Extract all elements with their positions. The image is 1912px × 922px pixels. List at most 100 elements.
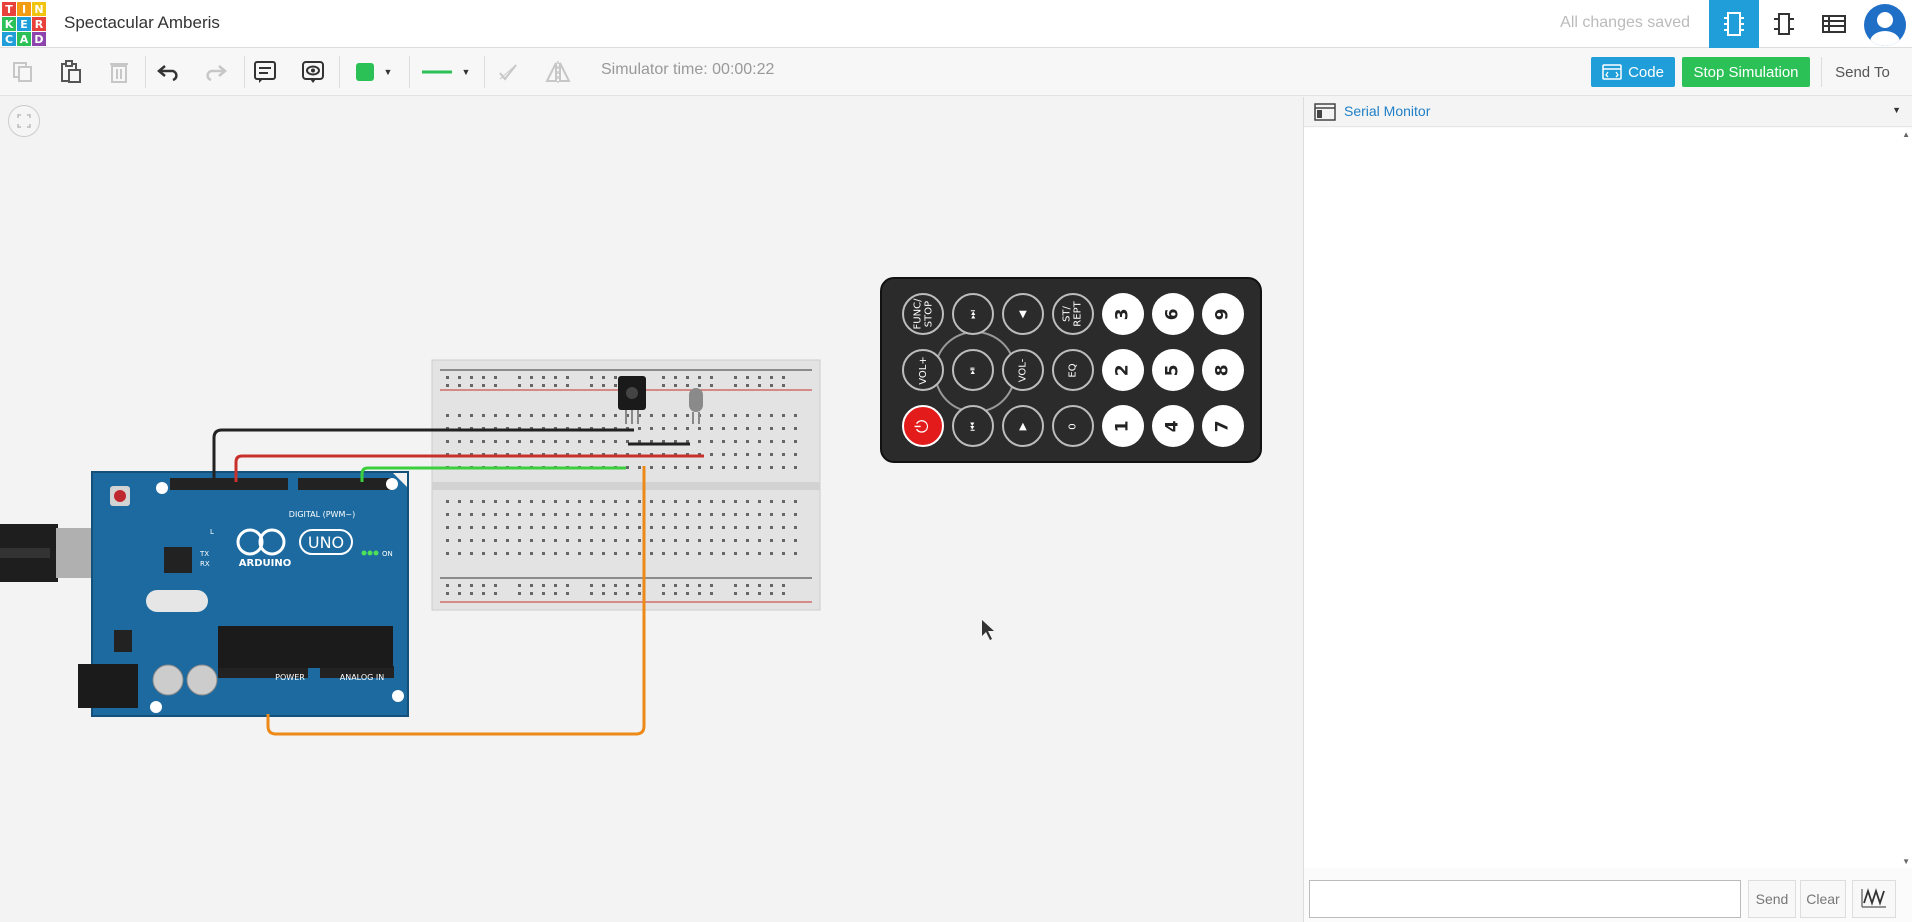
copy-icon <box>13 62 32 82</box>
remote-button-func-stop[interactable]: FUNC/ STOP <box>902 293 944 335</box>
align-button[interactable] <box>493 58 523 86</box>
undo-button[interactable] <box>154 58 184 86</box>
redo-button[interactable] <box>200 58 230 86</box>
arduino-uno-board[interactable]: UNO ARDUINO DIGITAL (PWM~) POWER ANALOG … <box>78 471 409 717</box>
wire-type-picker[interactable]: ▼ <box>418 58 474 86</box>
serial-output[interactable]: ▲ ▼ <box>1304 128 1912 868</box>
scroll-up-arrow[interactable]: ▲ <box>1902 130 1910 139</box>
schematic-view-icon <box>1774 13 1794 35</box>
l-led-label: L <box>210 528 214 536</box>
list-icon <box>1822 15 1846 33</box>
remote-button-st-rept[interactable]: ST/ REPT <box>1052 293 1094 335</box>
remote-button-label: 5 <box>1162 364 1183 376</box>
logo-letter: A <box>17 32 31 46</box>
ir-remote[interactable]: FUNC/ STOP ⏭ VOL+ ⏯ ⏻ ⏮ ◀ VOL- ▶ ST/ REPT EQ 0 3 2 1 6 5… <box>880 277 1262 463</box>
remote-button-label: 0 <box>1067 422 1079 430</box>
simulator-time: Simulator time: 00:00:22 <box>601 61 775 78</box>
mouse-cursor <box>982 620 994 640</box>
user-icon <box>1870 12 1900 46</box>
remote-button-label: 9 <box>1212 308 1233 320</box>
serial-graph-button[interactable] <box>1852 880 1896 918</box>
circuit-view-button[interactable] <box>1709 0 1759 48</box>
remote-button-next[interactable]: ⏭ <box>952 293 994 335</box>
logo-letter: I <box>17 2 31 16</box>
note-icon <box>254 61 276 83</box>
serial-clear-button[interactable]: Clear <box>1800 880 1846 918</box>
save-status: All changes saved <box>1560 14 1690 31</box>
remote-button-label: 8 <box>1212 364 1233 376</box>
remote-button-num-0[interactable]: 0 <box>1052 405 1094 447</box>
user-avatar[interactable] <box>1864 4 1906 46</box>
component-list-button[interactable] <box>1809 0 1859 48</box>
remote-button-eq[interactable]: EQ <box>1052 349 1094 391</box>
remote-button-label: 4 <box>1162 420 1183 432</box>
remote-button-up[interactable]: ◀ <box>1002 293 1044 335</box>
serial-send-button[interactable]: Send <box>1748 880 1796 918</box>
remote-button-label: ⏻ <box>912 419 933 433</box>
redo-icon <box>206 65 227 81</box>
mirror-icon <box>545 61 571 83</box>
remote-button-num-8[interactable]: 8 <box>1202 349 1244 391</box>
remote-button-label: VOL- <box>1017 358 1029 382</box>
toggle-notes-visibility-button[interactable] <box>298 58 328 86</box>
toolbar-divider <box>484 56 485 88</box>
logo-letter: K <box>2 17 16 31</box>
remote-button-label: VOL+ <box>917 355 929 385</box>
tinkercad-logo[interactable]: TIN KER CAD <box>2 2 46 46</box>
notes-button[interactable] <box>250 58 280 86</box>
remote-button-label: ST/ REPT <box>1062 301 1084 327</box>
analog-pins-label: ANALOG IN <box>340 673 385 682</box>
paste-button[interactable] <box>56 58 86 86</box>
remote-button-num-4[interactable]: 4 <box>1152 405 1194 447</box>
remote-button-play-pause[interactable]: ⏯ <box>952 349 994 391</box>
toolbar-divider <box>145 56 146 88</box>
toolbar-divider <box>339 56 340 88</box>
code-button-label: Code <box>1628 63 1664 81</box>
flip-button[interactable] <box>543 58 573 86</box>
power-pins-label: POWER <box>275 673 305 682</box>
color-swatch <box>355 63 374 81</box>
remote-button-num-2[interactable]: 2 <box>1102 349 1144 391</box>
remote-button-vol-up[interactable]: VOL+ <box>902 349 944 391</box>
serial-monitor-title: Serial Monitor <box>1344 103 1431 119</box>
logo-letter: C <box>2 32 16 46</box>
serial-monitor-header[interactable]: Serial Monitor ▼ <box>1304 97 1912 127</box>
trash-icon <box>110 63 128 83</box>
remote-button-num-3[interactable]: 3 <box>1102 293 1144 335</box>
remote-button-power[interactable]: ⏻ <box>902 405 944 447</box>
graph-icon <box>1861 888 1886 908</box>
remote-button-num-5[interactable]: 5 <box>1152 349 1194 391</box>
toolbar-divider <box>244 56 245 88</box>
circuit-canvas[interactable]: UNO ARDUINO DIGITAL (PWM~) POWER ANALOG … <box>0 97 1303 922</box>
tx-led-label: TX <box>199 550 209 558</box>
editor-toolbar: ▼ ▼ Simulator time: 00:00:22 Code Stop S… <box>0 48 1912 96</box>
serial-input[interactable] <box>1309 880 1741 918</box>
remote-button-label: 6 <box>1162 308 1183 320</box>
scroll-down-arrow[interactable]: ▼ <box>1902 857 1910 866</box>
project-title[interactable]: Spectacular Amberis <box>64 13 220 33</box>
remote-button-label: EQ <box>1067 362 1079 378</box>
remote-button-num-1[interactable]: 1 <box>1102 405 1144 447</box>
digital-pins-label: DIGITAL (PWM~) <box>289 510 355 519</box>
schematic-view-button[interactable] <box>1759 0 1809 48</box>
serial-monitor-icon <box>1314 103 1336 121</box>
collapse-chevron-icon[interactable]: ▼ <box>1892 105 1901 115</box>
remote-button-vol-down[interactable]: VOL- <box>1002 349 1044 391</box>
remote-button-num-7[interactable]: 7 <box>1202 405 1244 447</box>
remote-button-label: 7 <box>1212 420 1233 432</box>
undo-icon <box>157 65 178 81</box>
logo-letter: N <box>32 2 46 16</box>
code-button[interactable]: Code <box>1591 57 1675 87</box>
stop-simulation-button[interactable]: Stop Simulation <box>1682 57 1810 87</box>
remote-button-num-9[interactable]: 9 <box>1202 293 1244 335</box>
copy-button[interactable] <box>8 58 38 86</box>
top-bar: TIN KER CAD Spectacular Amberis All change… <box>0 0 1912 48</box>
remote-button-prev[interactable]: ⏮ <box>952 405 994 447</box>
remote-button-down[interactable]: ▶ <box>1002 405 1044 447</box>
remote-button-num-6[interactable]: 6 <box>1152 293 1194 335</box>
color-picker[interactable]: ▼ <box>350 58 398 86</box>
delete-button[interactable] <box>104 58 134 86</box>
send-to-button[interactable]: Send To <box>1821 57 1903 87</box>
remote-button-label: FUNC/ STOP <box>912 298 934 330</box>
toolbar-divider <box>409 56 410 88</box>
